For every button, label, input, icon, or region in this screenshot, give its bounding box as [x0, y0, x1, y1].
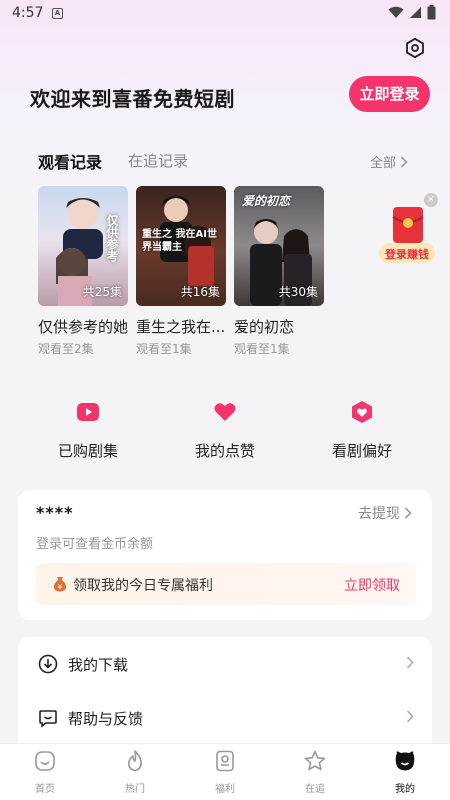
viewing-preferences-button[interactable]: 看剧偏好: [302, 400, 422, 461]
gift-icon: [216, 750, 234, 772]
coin-hint: 登录可查看金币余额: [36, 537, 154, 552]
drama-card[interactable]: 重生之 我在AI世界当霸主 共16集 重生之我在... 观看至1集: [136, 186, 226, 357]
feedback-icon: [39, 710, 57, 728]
withdraw-link[interactable]: 去提现: [358, 503, 412, 523]
drama-title: 爱的初恋: [234, 318, 295, 336]
status-icons: [388, 5, 436, 20]
menu-item-label: 帮助与反馈: [68, 710, 144, 728]
claim-benefit-button[interactable]: 立即领取: [344, 575, 400, 595]
view-all-label: 全部: [370, 156, 397, 171]
tab-label: 福利: [215, 784, 235, 795]
viewing-preferences-label: 看剧偏好: [331, 442, 392, 460]
drama-card[interactable]: 仅供参考 共25集 仅供参考的她 观看至2集: [38, 186, 128, 357]
profile-icon: [395, 751, 415, 771]
download-icon: [38, 654, 58, 674]
drama-progress: 观看至2集: [38, 342, 94, 356]
chevron-right-icon: [406, 710, 414, 723]
play-icon: [77, 403, 99, 421]
chevron-right-icon: [400, 155, 408, 168]
tab-label: 在追: [305, 784, 325, 795]
login-earn-float[interactable]: 登录赚钱: [377, 199, 437, 265]
tab-following-history[interactable]: 在追记录: [128, 150, 188, 171]
login-earn-label: 登录赚钱: [385, 248, 429, 261]
tab-following[interactable]: 在追: [270, 744, 360, 800]
tab-profile[interactable]: 我的: [360, 744, 450, 800]
tab-label: 我的: [395, 784, 415, 795]
bottom-tab-bar: 首页 热门 福利 在追 我的: [0, 743, 450, 800]
close-icon[interactable]: ×: [424, 193, 438, 207]
favorite-icon: [352, 401, 372, 423]
tab-home[interactable]: 首页: [0, 744, 90, 800]
signal-icon: [410, 7, 421, 18]
tab-watch-history[interactable]: 观看记录: [38, 149, 102, 173]
menu-item-help-feedback[interactable]: 帮助与反馈: [18, 692, 432, 744]
home-icon: [35, 751, 55, 771]
menu-item-downloads[interactable]: 我的下载: [18, 638, 432, 690]
daily-benefit-banner[interactable]: ¥ 领取我的今日专属福利 立即领取: [36, 563, 416, 605]
drama-card[interactable]: 爱的初恋 共30集 爱的初恋 观看至1集: [234, 186, 324, 357]
money-bag-icon: ¥: [53, 577, 67, 592]
poster-title: 爱的初恋: [242, 194, 291, 208]
tab-benefits[interactable]: 福利: [180, 744, 270, 800]
welcome-title: 欢迎来到喜番免费短剧: [30, 87, 235, 111]
wifi-icon: [388, 6, 404, 18]
drama-title: 重生之我在...: [136, 318, 226, 336]
my-likes-label: 我的点赞: [194, 442, 255, 460]
chevron-right-icon: [404, 507, 412, 519]
episode-count: 共25集: [82, 285, 122, 299]
purchased-episodes-button[interactable]: 已购剧集: [28, 400, 148, 461]
battery-icon: [427, 5, 436, 20]
tab-popular[interactable]: 热门: [90, 744, 180, 800]
status-time: 4:57: [12, 5, 44, 21]
chevron-right-icon: [406, 656, 414, 669]
heart-icon: [214, 403, 236, 421]
star-icon: [304, 750, 326, 771]
poster-title: 重生之 我在AI世界当霸主: [142, 229, 217, 253]
status-bar: 4:57 A: [0, 0, 450, 28]
drama-progress: 观看至1集: [136, 342, 192, 356]
episode-count: 共16集: [180, 285, 220, 299]
purchased-episodes-label: 已购剧集: [57, 442, 118, 460]
login-button[interactable]: 立即登录: [349, 76, 430, 112]
poster-title: 仅供参考: [105, 214, 119, 262]
benefit-text: 领取我的今日专属福利: [73, 578, 213, 594]
drama-progress: 观看至1集: [234, 342, 290, 356]
settings-gear-icon[interactable]: [404, 37, 426, 59]
coin-balance: ****: [36, 503, 74, 522]
my-likes-button[interactable]: 我的点赞: [165, 400, 285, 461]
withdraw-label: 去提现: [358, 506, 400, 522]
tab-label: 热门: [125, 784, 145, 795]
drama-title: 仅供参考的她: [38, 318, 128, 336]
menu-item-label: 我的下载: [68, 656, 129, 674]
view-all-link[interactable]: 全部: [370, 152, 408, 171]
drama-poster[interactable]: 重生之 我在AI世界当霸主 共16集: [136, 186, 226, 306]
episode-count: 共30集: [278, 285, 318, 299]
drama-poster[interactable]: 仅供参考 共25集: [38, 186, 128, 306]
drama-poster[interactable]: 爱的初恋 共30集: [234, 186, 324, 306]
notification-icon: A: [52, 8, 63, 19]
flame-icon: [128, 750, 142, 772]
tab-label: 首页: [35, 784, 55, 795]
svg-text:¥: ¥: [58, 583, 63, 591]
